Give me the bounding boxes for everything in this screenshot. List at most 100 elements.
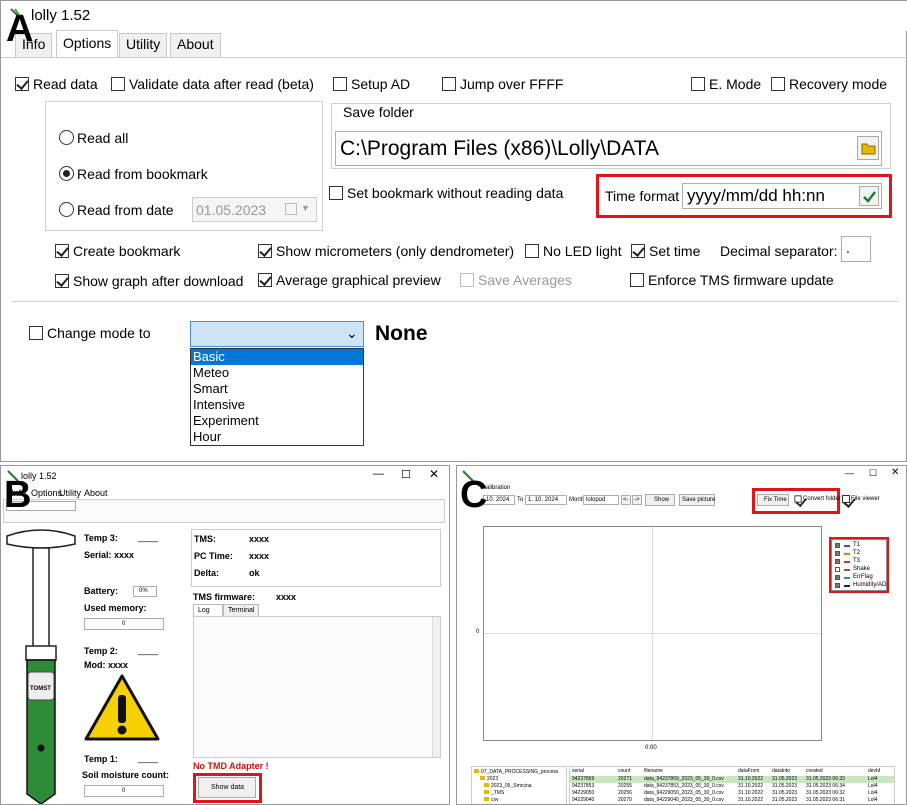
to-date-picker[interactable]: 1. 10. 2024 (525, 495, 567, 505)
set-bookmark-checkbox[interactable] (329, 186, 343, 200)
show-button[interactable]: Show (645, 494, 675, 506)
set-bookmark-label: Set bookmark without reading data (347, 185, 564, 201)
from-date-picker[interactable]: 10. 2024 (483, 495, 515, 505)
minimize-icon[interactable]: — (373, 468, 384, 480)
folder-name: _TMS (491, 790, 505, 796)
tab-utility[interactable]: Utility (59, 488, 81, 498)
save-averages-checkbox[interactable] (460, 273, 474, 287)
temp3-label: Temp 3: (84, 533, 118, 543)
table-row[interactable]: 94229040 20270 data_94229040_2023_05_30_0.… (570, 797, 894, 804)
mode-option-experiment[interactable]: Experiment (193, 413, 259, 428)
temp2-value: ____ (138, 645, 159, 655)
folder-tree[interactable]: 07_DATA_PROCESSING_process 2023 2023_05_Sm… (471, 766, 567, 804)
temp2-label: Temp 2: (84, 646, 118, 656)
read-from-date-radio[interactable] (59, 202, 74, 217)
soil-moisture-label: Soil moisture count: (82, 770, 170, 780)
mode-option-basic[interactable]: Basic (191, 349, 363, 365)
setup-ad-checkbox[interactable] (333, 77, 347, 91)
mode-option-smart[interactable]: Smart (193, 381, 228, 396)
decimal-separator-input[interactable]: . (841, 236, 871, 262)
tab-about[interactable]: About (84, 488, 108, 498)
confirm-time-format-button[interactable] (859, 186, 879, 206)
mod-label: Mod: xxxx (84, 660, 129, 670)
read-from-date-picker[interactable]: 01.05.2023 ▼ (192, 197, 317, 222)
tms-sensor-illustration (6, 529, 76, 804)
table-row[interactable]: 94229050 20256 data_94229050_2023_05_30_0.… (570, 790, 894, 797)
panel-label-a: A (6, 8, 34, 50)
tab-log[interactable]: Log (193, 604, 223, 616)
mode-option-meteo[interactable]: Meteo (193, 365, 229, 380)
table-header-cell[interactable]: devId (868, 768, 880, 774)
table-header-cell[interactable]: serial (572, 768, 584, 774)
close-icon[interactable]: ✕ (429, 467, 439, 481)
no-led-label: No LED light (543, 243, 622, 259)
table-row[interactable]: 94237853 20255 data_94237853_2023_05_30_0.… (570, 783, 894, 790)
create-bookmark-label: Create bookmark (73, 243, 181, 259)
prev-button[interactable]: <- (621, 495, 631, 505)
tab-options[interactable]: Options (56, 30, 119, 57)
browse-folder-button[interactable] (857, 136, 879, 160)
read-data-checkbox[interactable] (15, 77, 29, 91)
mode-option-hour[interactable]: Hour (193, 429, 221, 444)
used-memory-value: 0 (122, 621, 126, 627)
show-data-button[interactable]: Show data (198, 777, 256, 798)
enforce-tms-checkbox[interactable] (630, 273, 644, 287)
fix-time-button[interactable]: Fix Time (757, 494, 789, 506)
close-icon[interactable]: ✕ (891, 467, 899, 478)
checkmark-icon (863, 191, 876, 203)
show-micrometers-checkbox[interactable] (258, 244, 272, 258)
file-viewer-checkbox[interactable] (842, 495, 850, 503)
read-from-bookmark-radio[interactable] (59, 166, 74, 181)
no-led-checkbox[interactable] (525, 244, 539, 258)
table-header-cell[interactable]: dataInto (772, 768, 790, 774)
maximize-icon[interactable]: ☐ (401, 468, 411, 481)
next-button[interactable]: -> (632, 495, 642, 505)
table-cell: 94237853 (572, 783, 595, 789)
show-graph-label: Show graph after download (73, 273, 244, 289)
jump-over-checkbox[interactable] (442, 77, 456, 91)
file-table[interactable]: serial count filename dataFrom dataInto creat… (569, 766, 895, 804)
mode-select[interactable]: ⌄ (190, 321, 364, 347)
folder-item[interactable]: 07_DATA_PROCESSING_process (474, 769, 558, 775)
month-select[interactable]: lolopod (583, 495, 619, 505)
maximize-icon[interactable]: ☐ (869, 468, 877, 479)
change-mode-checkbox[interactable] (29, 326, 43, 340)
mode-option-intensive[interactable]: Intensive (193, 397, 245, 412)
minimize-icon[interactable]: — (845, 468, 854, 478)
convert-folder-checkbox[interactable] (794, 495, 802, 503)
folder-item[interactable]: _TMS (484, 790, 504, 796)
average-preview-checkbox[interactable] (258, 273, 272, 287)
show-graph-checkbox[interactable] (55, 274, 69, 288)
folder-item[interactable]: 2023_05_Smrcina (484, 783, 532, 789)
e-mode-checkbox[interactable] (691, 77, 705, 91)
time-format-label: Time format (605, 188, 680, 204)
folder-icon (861, 143, 876, 155)
table-row[interactable]: 94237869 20271 data_94237869_2023_05_30_0.… (570, 776, 894, 783)
folder-item[interactable]: 2023 (480, 776, 498, 782)
recovery-mode-checkbox[interactable] (771, 77, 785, 91)
save-picture-button[interactable]: Save picture (679, 494, 715, 506)
chart-plot-area[interactable] (483, 526, 822, 741)
set-time-checkbox[interactable] (631, 244, 645, 258)
no-adapter-warning: No TMD Adapter ! (193, 761, 269, 771)
table-cell: 31.05.2023 06:34 (806, 783, 845, 789)
time-format-input[interactable]: yyyy/mm/dd hh:nn (682, 183, 882, 209)
log-area[interactable] (193, 616, 441, 758)
tab-about[interactable]: About (170, 33, 221, 57)
create-bookmark-checkbox[interactable] (55, 244, 69, 258)
chart-h-gridline (484, 633, 821, 634)
tab-options[interactable]: Options (31, 488, 62, 498)
table-header-cell[interactable]: created (806, 768, 823, 774)
validate-data-label: Validate data after read (beta) (129, 76, 314, 92)
save-folder-input[interactable]: C:\Program Files (x86)\Lolly\DATA (335, 131, 882, 166)
tab-terminal[interactable]: Terminal (223, 604, 259, 616)
e-mode-label: E. Mode (709, 76, 762, 92)
validate-data-checkbox[interactable] (111, 77, 125, 91)
table-header-cell[interactable]: filename (644, 768, 663, 774)
tab-utility[interactable]: Utility (119, 33, 168, 57)
table-header-cell[interactable]: count (618, 768, 630, 774)
log-scrollbar[interactable] (432, 617, 440, 757)
table-header-cell[interactable]: dataFrom (738, 768, 759, 774)
folder-item[interactable]: csv (484, 797, 499, 803)
read-all-radio[interactable] (59, 130, 74, 145)
